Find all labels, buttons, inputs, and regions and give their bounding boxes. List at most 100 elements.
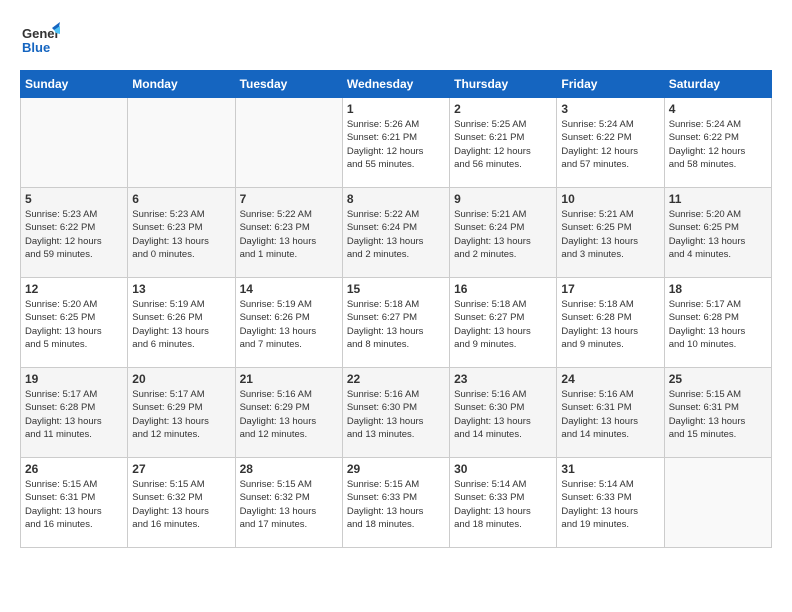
day-number: 29: [347, 462, 445, 476]
calendar-cell: 26 Sunrise: 5:15 AM Sunset: 6:31 PM Dayli…: [21, 458, 128, 548]
day-number: 30: [454, 462, 552, 476]
calendar-cell: 30 Sunrise: 5:14 AM Sunset: 6:33 PM Dayli…: [450, 458, 557, 548]
calendar-cell: [21, 98, 128, 188]
header-saturday: Saturday: [664, 71, 771, 98]
calendar-cell: 15Sunrise: 5:18 AM Sunset: 6:27 PM Dayli…: [342, 278, 449, 368]
day-number: 17: [561, 282, 659, 296]
day-number: 13: [132, 282, 230, 296]
day-number: 22: [347, 372, 445, 386]
day-number: 21: [240, 372, 338, 386]
calendar-cell: 19 Sunrise: 5:17 AM Sunset: 6:28 PM Dayli…: [21, 368, 128, 458]
week-row-5: 26 Sunrise: 5:15 AM Sunset: 6:31 PM Dayli…: [21, 458, 772, 548]
calendar-cell: 1 Sunrise: 5:26 AM Sunset: 6:21 PM Daylig…: [342, 98, 449, 188]
calendar-cell: 6Sunrise: 5:23 AM Sunset: 6:23 PM Daylig…: [128, 188, 235, 278]
day-number: 28: [240, 462, 338, 476]
calendar-cell: 10 Sunrise: 5:21 AM Sunset: 6:25 PM Dayli…: [557, 188, 664, 278]
header-wednesday: Wednesday: [342, 71, 449, 98]
day-info: Sunrise: 5:16 AM Sunset: 6:30 PM Dayligh…: [454, 388, 552, 441]
logo-icon: General Blue: [20, 20, 60, 60]
calendar-cell: 5 Sunrise: 5:23 AM Sunset: 6:22 PM Daylig…: [21, 188, 128, 278]
day-info: Sunrise: 5:26 AM Sunset: 6:21 PM Dayligh…: [347, 118, 445, 171]
day-number: 14: [240, 282, 338, 296]
calendar-cell: 21 Sunrise: 5:16 AM Sunset: 6:29 PM Dayli…: [235, 368, 342, 458]
day-info: Sunrise: 5:22 AM Sunset: 6:24 PM Dayligh…: [347, 208, 445, 261]
calendar-cell: 18 Sunrise: 5:17 AM Sunset: 6:28 PM Dayli…: [664, 278, 771, 368]
day-number: 24: [561, 372, 659, 386]
day-info: Sunrise: 5:16 AM Sunset: 6:30 PM Dayligh…: [347, 388, 445, 441]
calendar-cell: 8 Sunrise: 5:22 AM Sunset: 6:24 PM Daylig…: [342, 188, 449, 278]
calendar-cell: 22 Sunrise: 5:16 AM Sunset: 6:30 PM Dayli…: [342, 368, 449, 458]
day-info: Sunrise: 5:19 AM Sunset: 6:26 PM Dayligh…: [132, 298, 230, 351]
day-info: Sunrise: 5:16 AM Sunset: 6:29 PM Dayligh…: [240, 388, 338, 441]
day-number: 6: [132, 192, 230, 206]
week-row-4: 19 Sunrise: 5:17 AM Sunset: 6:28 PM Dayli…: [21, 368, 772, 458]
calendar-cell: 25 Sunrise: 5:15 AM Sunset: 6:31 PM Dayli…: [664, 368, 771, 458]
calendar-cell: 3Sunrise: 5:24 AM Sunset: 6:22 PM Daylig…: [557, 98, 664, 188]
day-number: 26: [25, 462, 123, 476]
day-info: Sunrise: 5:15 AM Sunset: 6:33 PM Dayligh…: [347, 478, 445, 531]
day-info: Sunrise: 5:18 AM Sunset: 6:27 PM Dayligh…: [454, 298, 552, 351]
day-info: Sunrise: 5:23 AM Sunset: 6:22 PM Dayligh…: [25, 208, 123, 261]
day-info: Sunrise: 5:15 AM Sunset: 6:31 PM Dayligh…: [25, 478, 123, 531]
week-row-1: 1 Sunrise: 5:26 AM Sunset: 6:21 PM Daylig…: [21, 98, 772, 188]
header-tuesday: Tuesday: [235, 71, 342, 98]
day-number: 5: [25, 192, 123, 206]
day-number: 20: [132, 372, 230, 386]
calendar-cell: 14 Sunrise: 5:19 AM Sunset: 6:26 PM Dayli…: [235, 278, 342, 368]
header-monday: Monday: [128, 71, 235, 98]
calendar-cell: [128, 98, 235, 188]
day-number: 18: [669, 282, 767, 296]
day-info: Sunrise: 5:20 AM Sunset: 6:25 PM Dayligh…: [669, 208, 767, 261]
calendar-cell: 27 Sunrise: 5:15 AM Sunset: 6:32 PM Dayli…: [128, 458, 235, 548]
header-thursday: Thursday: [450, 71, 557, 98]
calendar-cell: 11Sunrise: 5:20 AM Sunset: 6:25 PM Dayli…: [664, 188, 771, 278]
calendar-cell: 23 Sunrise: 5:16 AM Sunset: 6:30 PM Dayli…: [450, 368, 557, 458]
day-info: Sunrise: 5:21 AM Sunset: 6:24 PM Dayligh…: [454, 208, 552, 261]
day-number: 1: [347, 102, 445, 116]
day-number: 3: [561, 102, 659, 116]
calendar-cell: 13 Sunrise: 5:19 AM Sunset: 6:26 PM Dayli…: [128, 278, 235, 368]
header-friday: Friday: [557, 71, 664, 98]
day-number: 10: [561, 192, 659, 206]
calendar-cell: 28 Sunrise: 5:15 AM Sunset: 6:32 PM Dayli…: [235, 458, 342, 548]
day-number: 15: [347, 282, 445, 296]
day-info: Sunrise: 5:18 AM Sunset: 6:28 PM Dayligh…: [561, 298, 659, 351]
week-row-3: 12Sunrise: 5:20 AM Sunset: 6:25 PM Dayli…: [21, 278, 772, 368]
header-sunday: Sunday: [21, 71, 128, 98]
day-info: Sunrise: 5:17 AM Sunset: 6:28 PM Dayligh…: [669, 298, 767, 351]
day-info: Sunrise: 5:21 AM Sunset: 6:25 PM Dayligh…: [561, 208, 659, 261]
calendar-cell: 16Sunrise: 5:18 AM Sunset: 6:27 PM Dayli…: [450, 278, 557, 368]
day-number: 2: [454, 102, 552, 116]
day-number: 23: [454, 372, 552, 386]
day-info: Sunrise: 5:19 AM Sunset: 6:26 PM Dayligh…: [240, 298, 338, 351]
day-number: 7: [240, 192, 338, 206]
calendar-cell: 12Sunrise: 5:20 AM Sunset: 6:25 PM Dayli…: [21, 278, 128, 368]
calendar-cell: 2Sunrise: 5:25 AM Sunset: 6:21 PM Daylig…: [450, 98, 557, 188]
day-info: Sunrise: 5:24 AM Sunset: 6:22 PM Dayligh…: [669, 118, 767, 171]
calendar-cell: [235, 98, 342, 188]
page-header: General Blue: [20, 20, 772, 60]
day-info: Sunrise: 5:14 AM Sunset: 6:33 PM Dayligh…: [454, 478, 552, 531]
calendar-table: SundayMondayTuesdayWednesdayThursdayFrid…: [20, 70, 772, 548]
day-info: Sunrise: 5:22 AM Sunset: 6:23 PM Dayligh…: [240, 208, 338, 261]
day-info: Sunrise: 5:14 AM Sunset: 6:33 PM Dayligh…: [561, 478, 659, 531]
day-number: 25: [669, 372, 767, 386]
week-row-2: 5 Sunrise: 5:23 AM Sunset: 6:22 PM Daylig…: [21, 188, 772, 278]
day-info: Sunrise: 5:16 AM Sunset: 6:31 PM Dayligh…: [561, 388, 659, 441]
calendar-cell: 20 Sunrise: 5:17 AM Sunset: 6:29 PM Dayli…: [128, 368, 235, 458]
day-info: Sunrise: 5:20 AM Sunset: 6:25 PM Dayligh…: [25, 298, 123, 351]
calendar-cell: 4 Sunrise: 5:24 AM Sunset: 6:22 PM Daylig…: [664, 98, 771, 188]
day-info: Sunrise: 5:15 AM Sunset: 6:32 PM Dayligh…: [132, 478, 230, 531]
calendar-header-row: SundayMondayTuesdayWednesdayThursdayFrid…: [21, 71, 772, 98]
day-number: 4: [669, 102, 767, 116]
day-info: Sunrise: 5:15 AM Sunset: 6:31 PM Dayligh…: [669, 388, 767, 441]
calendar-cell: 17 Sunrise: 5:18 AM Sunset: 6:28 PM Dayli…: [557, 278, 664, 368]
day-number: 19: [25, 372, 123, 386]
calendar-cell: 7 Sunrise: 5:22 AM Sunset: 6:23 PM Daylig…: [235, 188, 342, 278]
day-number: 27: [132, 462, 230, 476]
calendar-cell: 24 Sunrise: 5:16 AM Sunset: 6:31 PM Dayli…: [557, 368, 664, 458]
day-info: Sunrise: 5:17 AM Sunset: 6:28 PM Dayligh…: [25, 388, 123, 441]
day-info: Sunrise: 5:17 AM Sunset: 6:29 PM Dayligh…: [132, 388, 230, 441]
day-info: Sunrise: 5:15 AM Sunset: 6:32 PM Dayligh…: [240, 478, 338, 531]
day-number: 8: [347, 192, 445, 206]
